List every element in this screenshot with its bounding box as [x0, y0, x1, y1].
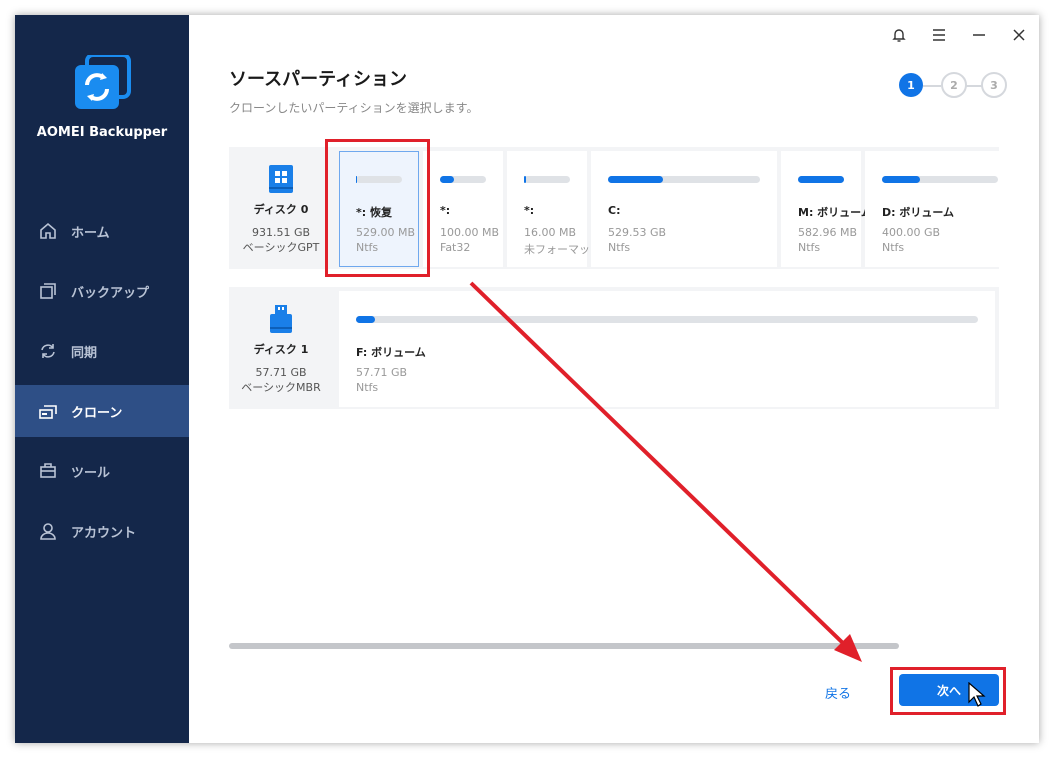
partition-card[interactable]: D: ボリューム 400.00 GB Ntfs	[865, 151, 999, 267]
partition-size: 529.53 GB	[608, 226, 667, 239]
sidebar-item-clone[interactable]: クローン	[15, 385, 189, 437]
step-3: 3	[981, 72, 1007, 98]
partition-card[interactable]: *: 100.00 MB Fat32	[423, 151, 503, 267]
usage-bar-fill	[440, 176, 454, 183]
usb-drive-icon	[265, 303, 297, 335]
mouse-cursor-icon	[968, 682, 986, 707]
partition-name: *:	[524, 204, 535, 217]
page-subtitle: クローンしたいパーティションを選択します。	[229, 101, 479, 115]
account-icon	[37, 520, 59, 542]
disk-info: ディスク 0 931.51 GB ベーシックGPT	[229, 147, 333, 269]
usage-bar-fill	[798, 176, 844, 183]
sidebar-item-account[interactable]: アカウント	[15, 505, 189, 557]
sidebar-item-label: バックアップ	[71, 285, 150, 301]
partition-size: 529.00 MB	[356, 226, 416, 239]
partition-size: 582.96 MB	[798, 226, 858, 239]
partition-name: F: ボリューム	[356, 346, 426, 359]
sidebar-item-label: クローン	[71, 405, 123, 421]
partition-size: 16.00 MB	[524, 226, 577, 239]
partition-size: 100.00 MB	[440, 226, 500, 239]
step-1: 1	[899, 73, 923, 97]
disk-name: ディスク 1	[253, 343, 309, 356]
partition-size: 57.71 GB	[356, 366, 408, 379]
partition-card[interactable]: *: 16.00 MB 未フォーマット	[507, 151, 601, 267]
menu-icon[interactable]	[929, 25, 949, 45]
usage-bar	[524, 176, 570, 183]
hard-disk-icon	[265, 163, 297, 195]
sidebar-item-sync[interactable]: 同期	[15, 325, 189, 377]
close-icon[interactable]	[1009, 25, 1029, 45]
usage-bar-fill	[524, 176, 527, 183]
partition-card[interactable]: M: ボリューム 582.96 MB Ntfs	[781, 151, 872, 267]
disk-row-1: ディスク 1 57.71 GB ベーシックMBR F: ボリューム 57.71 …	[229, 287, 999, 409]
partition-name: *:	[440, 204, 451, 217]
disk-info: ディスク 1 57.71 GB ベーシックMBR	[229, 287, 333, 409]
sidebar-item-tools[interactable]: ツール	[15, 445, 189, 497]
disk-row-0: ディスク 0 931.51 GB ベーシックGPT *: 恢复 529.00 M…	[229, 147, 999, 269]
sidebar-item-label: ツール	[71, 465, 111, 481]
sidebar: AOMEI Backupper ホーム バックアップ 同期 クローン ツール ア…	[15, 15, 189, 743]
usage-bar-fill	[356, 316, 375, 323]
sidebar-item-label: ホーム	[71, 225, 110, 241]
step-connector	[923, 85, 941, 87]
disk-style: ベーシックMBR	[241, 381, 321, 394]
disk-size: 931.51 GB	[251, 226, 311, 239]
horizontal-scrollbar[interactable]	[229, 643, 899, 649]
usage-bar	[798, 176, 844, 183]
sidebar-nav: ホーム バックアップ 同期 クローン ツール アカウント	[15, 205, 189, 565]
backup-icon	[37, 280, 59, 302]
bell-icon[interactable]	[889, 25, 909, 45]
usage-bar-fill	[608, 176, 663, 183]
back-button[interactable]: 戻る	[825, 683, 851, 702]
partition-fs: Ntfs	[608, 241, 631, 254]
sidebar-item-label: 同期	[71, 345, 98, 361]
partition-fs: Ntfs	[356, 241, 379, 254]
usage-bar-fill	[882, 176, 921, 183]
brand-name: AOMEI Backupper	[36, 125, 168, 140]
tools-icon	[37, 460, 59, 482]
sync-icon	[37, 340, 59, 362]
usage-bar	[356, 316, 978, 323]
sidebar-item-backup[interactable]: バックアップ	[15, 265, 189, 317]
partition-name: D: ボリューム	[882, 206, 955, 219]
partition-card[interactable]: F: ボリューム 57.71 GB Ntfs	[339, 291, 995, 407]
app-window: AOMEI Backupper ホーム バックアップ 同期 クローン ツール ア…	[15, 15, 1039, 743]
partition-size: 400.00 GB	[882, 226, 941, 239]
partition-card[interactable]: C: 529.53 GB Ntfs	[591, 151, 777, 267]
clone-icon	[37, 400, 59, 422]
partition-fs: Ntfs	[882, 241, 905, 254]
partition-fs: Fat32	[440, 241, 471, 254]
partition-card[interactable]: *: 恢复 529.00 MB Ntfs	[339, 151, 419, 267]
main-panel: ソースパーティション クローンしたいパーティションを選択します。 1 2 3 デ…	[189, 15, 1039, 743]
partition-name: M: ボリューム	[798, 206, 872, 219]
page-title: ソースパーティション	[229, 69, 408, 90]
usage-bar	[882, 176, 998, 183]
partition-name: C:	[608, 204, 621, 217]
disk-style: ベーシックGPT	[242, 241, 320, 254]
partition-fs: 未フォーマット	[524, 243, 601, 256]
usage-bar	[608, 176, 760, 183]
title-bar-controls	[889, 25, 1029, 45]
partition-fs: Ntfs	[356, 381, 379, 394]
disk-size: 57.71 GB	[255, 366, 307, 379]
disk-name: ディスク 0	[253, 203, 309, 216]
aomei-logo-icon	[73, 53, 131, 113]
step-2: 2	[941, 72, 967, 98]
partition-fs: Ntfs	[798, 241, 821, 254]
step-indicator: 1 2 3	[899, 71, 1009, 101]
sidebar-item-label: アカウント	[71, 525, 137, 541]
sidebar-item-home[interactable]: ホーム	[15, 205, 189, 257]
partition-name: *: 恢复	[356, 206, 392, 219]
usage-bar	[356, 176, 402, 183]
usage-bar	[440, 176, 486, 183]
home-icon	[37, 220, 59, 242]
usage-bar-fill	[356, 176, 358, 183]
minimize-icon[interactable]	[969, 25, 989, 45]
